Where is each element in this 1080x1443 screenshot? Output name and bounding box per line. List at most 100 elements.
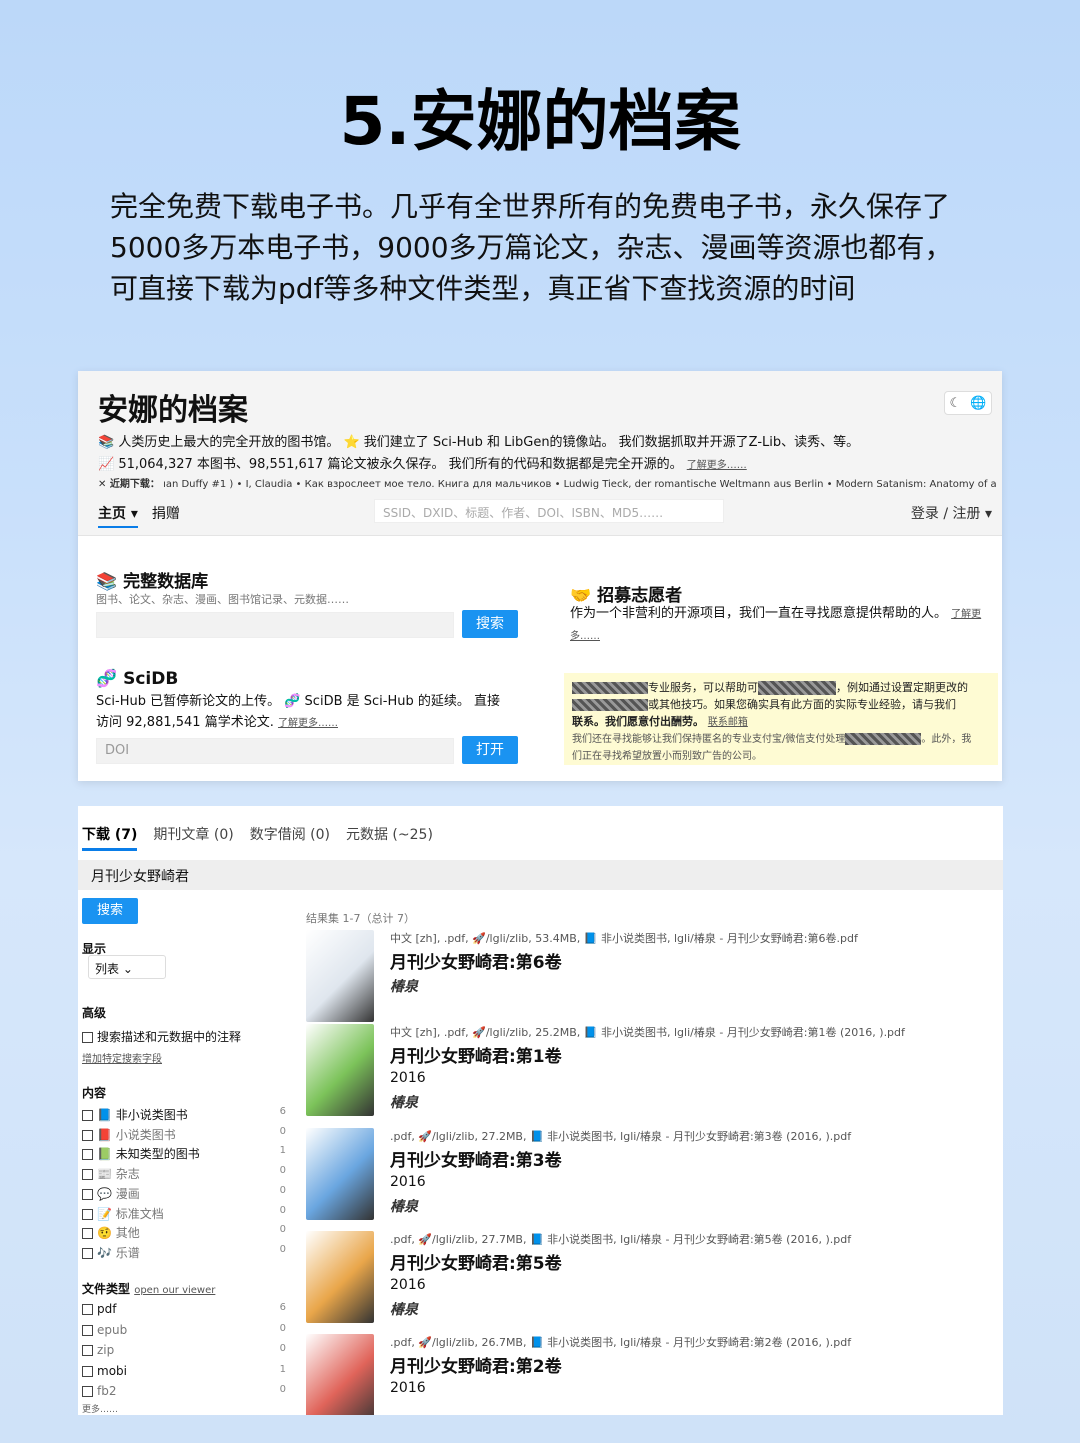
result-title[interactable]: 月刊少女野崎君:第1卷: [390, 1042, 562, 1067]
book-cover-image[interactable]: [306, 1128, 374, 1220]
filetype-filter-row[interactable]: mobi 1: [82, 1364, 286, 1378]
globe-icon[interactable]: 🌐: [970, 396, 986, 411]
content-filter-count: 0: [279, 1165, 286, 1177]
contact-email-link[interactable]: 联系邮箱: [708, 717, 748, 728]
doi-open-button[interactable]: 打开: [462, 736, 518, 764]
content-filter-row[interactable]: 📗 未知类型的图书 1: [82, 1145, 286, 1162]
filter-search-button[interactable]: 搜索: [82, 898, 138, 924]
checkbox[interactable]: [82, 1304, 93, 1315]
nav-home[interactable]: 主页 ▾: [98, 503, 138, 528]
nav-donate[interactable]: 捐赠: [152, 503, 180, 528]
checkbox[interactable]: [82, 1208, 93, 1220]
result-title[interactable]: 月刊少女野崎君:第2卷: [390, 1352, 562, 1377]
display-select[interactable]: 列表 ⌄: [88, 955, 166, 979]
filetype-filter-row[interactable]: zip 0: [82, 1343, 286, 1357]
result-title[interactable]: 月刊少女野崎君:第3卷: [390, 1146, 562, 1171]
checkbox[interactable]: [82, 1032, 93, 1043]
more-link[interactable]: 更多……: [82, 1402, 118, 1415]
advanced-check-label: 搜索描述和元数据中的注释: [97, 1030, 242, 1044]
result-year: 2016: [390, 1277, 426, 1293]
content-filter-label: 🤨 其他: [97, 1226, 140, 1241]
content-filter-row[interactable]: 📘 非小说类图书 6: [82, 1106, 286, 1123]
redacted-block: [758, 681, 836, 695]
homepage-screenshot: 安娜的档案 ☾ 🌐 📚 人类历史上最大的完全开放的图书馆。 ⭐ 我们建立了 Sc…: [78, 371, 1002, 781]
scidb-stat: 访问 92,881,541 篇学术论文.: [96, 715, 274, 730]
content-filter-row[interactable]: 💬 漫画 0: [82, 1185, 286, 1202]
search-input[interactable]: SSID、DXID、标题、作者、DOI、ISBN、MD5……: [374, 499, 724, 523]
database-search-button[interactable]: 搜索: [462, 610, 518, 638]
ad-line-1: 专业服务，可以帮助可 ，例如通过设置定期更改的: [572, 679, 990, 696]
ad-line-5: 们正在寻找希望放置小而别致广告的公司。: [572, 751, 762, 762]
result-year: 2016: [390, 1380, 426, 1396]
result-item[interactable]: .pdf, 🚀/lgli/zlib, 27.7MB, 📘 非小说类图书, lgl…: [306, 1231, 996, 1331]
content-filter-label: 📕 小说类图书: [97, 1127, 176, 1142]
volunteer-desc: 作为一个非营利的开源项目，我们一直在寻找愿意提供帮助的人。: [570, 606, 948, 621]
scidb-text-line1: Sci-Hub 已暂停新论文的上传。 🧬 SciDB 是 Sci-Hub 的延续…: [96, 694, 500, 709]
result-author: 椿泉: [390, 979, 418, 995]
checkbox[interactable]: [82, 1110, 93, 1121]
open-viewer-link[interactable]: open our viewer: [134, 1285, 215, 1296]
checkbox[interactable]: [82, 1169, 93, 1181]
database-search-input[interactable]: [96, 612, 454, 638]
content-filter-row[interactable]: 📕 小说类图书 0: [82, 1126, 286, 1143]
learn-more-link[interactable]: 了解更多……: [687, 460, 747, 471]
checkbox[interactable]: [82, 1386, 93, 1398]
content-filter-count: 0: [279, 1125, 286, 1137]
moon-icon[interactable]: ☾: [950, 396, 962, 411]
result-title[interactable]: 月刊少女野崎君:第5卷: [390, 1249, 562, 1274]
scidb-title: 🧬 SciDB: [96, 669, 179, 689]
result-year: 2016: [390, 1070, 426, 1086]
site-stats-line: 📈 51,064,327 本图书、98,551,617 篇论文被永久保存。 我们…: [98, 453, 747, 472]
result-meta: .pdf, 🚀/lgli/zlib, 26.7MB, 📘 非小说类图书, lgl…: [390, 1336, 852, 1349]
content-filter-count: 6: [279, 1106, 286, 1117]
redacted-block: [845, 733, 922, 745]
recent-downloads: ✕ 近期下载： ıan Duffy #1 ) • I, Claudia • Ка…: [98, 475, 998, 490]
login-link[interactable]: 登录 / 注册 ▾: [911, 503, 992, 523]
checkbox[interactable]: [82, 1188, 93, 1200]
scidb-text-line2: 访问 92,881,541 篇学术论文. 了解更多……: [96, 712, 500, 734]
filetype-filter-row[interactable]: epub 0: [82, 1323, 286, 1337]
tab-digital-lending[interactable]: 数字借阅 (0): [250, 824, 330, 851]
full-database-title: 📚 完整数据库: [96, 572, 209, 592]
result-year: 2016: [390, 1174, 426, 1190]
filetype-filter-label: fb2: [97, 1384, 117, 1399]
content-filter-row[interactable]: 📰 杂志 0: [82, 1165, 286, 1182]
result-item[interactable]: 中文 [zh], .pdf, 🚀/lgli/zlib, 53.4MB, 📘 非小…: [306, 930, 996, 1030]
book-cover-image[interactable]: [306, 930, 374, 1022]
content-filter-row[interactable]: 📝 标准文档 0: [82, 1205, 286, 1222]
filetype-filter-count: 0: [279, 1343, 286, 1355]
ad-line-4: 我们还在寻找能够让我们保持匿名的专业支付宝/微信支付处理 。此外，我: [572, 731, 990, 748]
content-filter-row[interactable]: 🤨 其他 0: [82, 1224, 286, 1241]
result-item[interactable]: 中文 [zh], .pdf, 🚀/lgli/zlib, 25.2MB, 📘 非小…: [306, 1024, 996, 1124]
book-cover-image[interactable]: [306, 1231, 374, 1323]
result-item[interactable]: .pdf, 🚀/lgli/zlib, 26.7MB, 📘 非小说类图书, lgl…: [306, 1334, 996, 1415]
filetype-filter-row[interactable]: fb2 0: [82, 1384, 286, 1398]
filetype-filter-row[interactable]: pdf 6: [82, 1302, 286, 1316]
content-filter-count: 0: [279, 1224, 286, 1236]
checkbox[interactable]: [82, 1345, 93, 1357]
book-cover-image[interactable]: [306, 1024, 374, 1116]
content-filter-count: 1: [279, 1145, 286, 1157]
add-search-field-link[interactable]: 增加特定搜索字段: [82, 1050, 162, 1065]
checkbox[interactable]: [82, 1247, 93, 1259]
doi-input[interactable]: DOI: [96, 738, 454, 764]
tab-downloads[interactable]: 下载 (7): [82, 824, 138, 851]
tab-journal-articles[interactable]: 期刊文章 (0): [153, 824, 233, 851]
tab-metadata[interactable]: 元数据 (~25): [346, 824, 433, 851]
checkbox[interactable]: [82, 1129, 93, 1141]
results-list: 结果集 1-7（总计 7） 中文 [zh], .pdf, 🚀/lgli/zlib…: [306, 910, 996, 1415]
scidb-learn-more[interactable]: 了解更多……: [278, 718, 338, 729]
book-cover-image[interactable]: [306, 1334, 374, 1415]
advanced-checkbox-row[interactable]: 搜索描述和元数据中的注释: [82, 1028, 286, 1045]
content-filter-row[interactable]: 🎶 乐谱 0: [82, 1244, 286, 1261]
site-title[interactable]: 安娜的档案: [98, 385, 248, 429]
checkbox[interactable]: [82, 1228, 93, 1240]
checkbox[interactable]: [82, 1149, 93, 1161]
recent-list[interactable]: ıan Duffy #1 ) • I, Claudia • Как взросл…: [163, 479, 998, 490]
ad-line-2: 或其他技巧。如果您确实具有此方面的实际专业经验，请与我们: [572, 696, 990, 713]
result-title[interactable]: 月刊少女野崎君:第6卷: [390, 948, 562, 973]
checkbox[interactable]: [82, 1324, 93, 1336]
checkbox[interactable]: [82, 1365, 93, 1377]
result-item[interactable]: .pdf, 🚀/lgli/zlib, 27.2MB, 📘 非小说类图书, lgl…: [306, 1128, 996, 1228]
query-bar[interactable]: 月刊少女野崎君: [78, 860, 1003, 890]
